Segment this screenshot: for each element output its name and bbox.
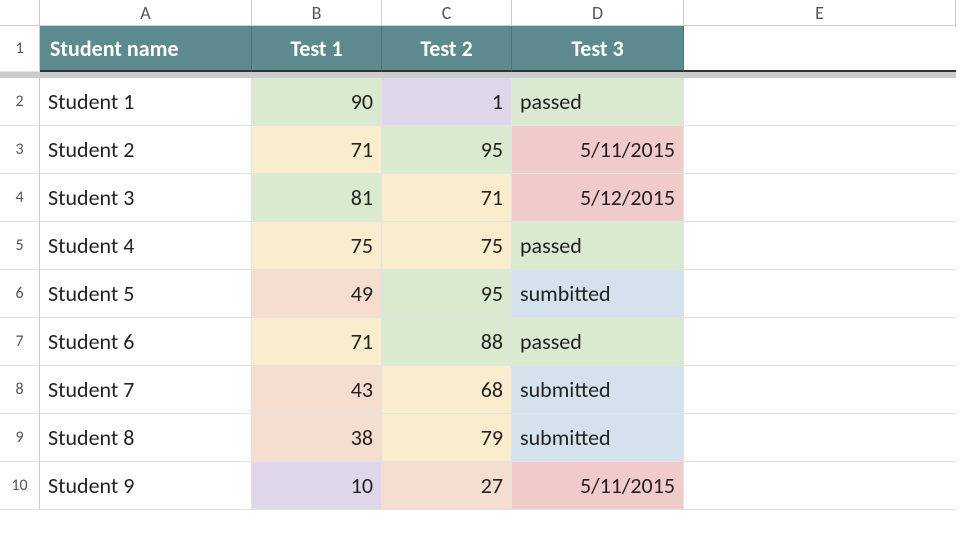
col-head-a[interactable]: A (40, 0, 252, 26)
cell-a7[interactable]: Student 6 (40, 318, 252, 366)
row-head-5[interactable]: 5 (0, 222, 40, 270)
cell-a10[interactable]: Student 9 (40, 462, 252, 510)
cell-c5[interactable]: 75 (382, 222, 512, 270)
col-head-d[interactable]: D (512, 0, 684, 26)
cell-b8[interactable]: 43 (252, 366, 382, 414)
cell-b9[interactable]: 38 (252, 414, 382, 462)
cell-d6[interactable]: sumbitted (512, 270, 684, 318)
cell-a4[interactable]: Student 3 (40, 174, 252, 222)
col-head-b[interactable]: B (252, 0, 382, 26)
cell-e3[interactable] (684, 126, 956, 174)
row-head-1[interactable]: 1 (0, 26, 40, 72)
col-head-c[interactable]: C (382, 0, 512, 26)
cell-a9[interactable]: Student 8 (40, 414, 252, 462)
cell-b5[interactable]: 75 (252, 222, 382, 270)
cell-e9[interactable] (684, 414, 956, 462)
cell-e10[interactable] (684, 462, 956, 510)
cell-d8[interactable]: submitted (512, 366, 684, 414)
cell-e1[interactable] (684, 26, 956, 72)
cell-d3[interactable]: 5/11/2015 (512, 126, 684, 174)
cell-c6[interactable]: 95 (382, 270, 512, 318)
cell-d10[interactable]: 5/11/2015 (512, 462, 684, 510)
cell-c8[interactable]: 68 (382, 366, 512, 414)
cell-e7[interactable] (684, 318, 956, 366)
cell-e5[interactable] (684, 222, 956, 270)
cell-a8[interactable]: Student 7 (40, 366, 252, 414)
cell-a6[interactable]: Student 5 (40, 270, 252, 318)
row-head-2[interactable]: 2 (0, 78, 40, 126)
row-head-4[interactable]: 4 (0, 174, 40, 222)
cell-e8[interactable] (684, 366, 956, 414)
cell-e2[interactable] (684, 78, 956, 126)
cell-b3[interactable]: 71 (252, 126, 382, 174)
col-head-e[interactable]: E (684, 0, 956, 26)
cell-d4[interactable]: 5/12/2015 (512, 174, 684, 222)
header-student-name[interactable]: Student name (40, 26, 252, 72)
row-head-7[interactable]: 7 (0, 318, 40, 366)
cell-d7[interactable]: passed (512, 318, 684, 366)
select-all-corner[interactable] (0, 0, 40, 26)
cell-b4[interactable]: 81 (252, 174, 382, 222)
header-test2[interactable]: Test 2 (382, 26, 512, 72)
cell-c4[interactable]: 71 (382, 174, 512, 222)
row-head-3[interactable]: 3 (0, 126, 40, 174)
cell-d9[interactable]: submitted (512, 414, 684, 462)
cell-a2[interactable]: Student 1 (40, 78, 252, 126)
header-test1[interactable]: Test 1 (252, 26, 382, 72)
spreadsheet[interactable]: A B C D E 1 Student name Test 1 Test 2 T… (0, 0, 962, 510)
row-head-10[interactable]: 10 (0, 462, 40, 510)
cell-b10[interactable]: 10 (252, 462, 382, 510)
cell-a3[interactable]: Student 2 (40, 126, 252, 174)
cell-c9[interactable]: 79 (382, 414, 512, 462)
cell-c7[interactable]: 88 (382, 318, 512, 366)
row-head-9[interactable]: 9 (0, 414, 40, 462)
cell-e4[interactable] (684, 174, 956, 222)
cell-a5[interactable]: Student 4 (40, 222, 252, 270)
cell-c10[interactable]: 27 (382, 462, 512, 510)
cell-b6[interactable]: 49 (252, 270, 382, 318)
cell-d2[interactable]: passed (512, 78, 684, 126)
row-head-8[interactable]: 8 (0, 366, 40, 414)
cell-c2[interactable]: 1 (382, 78, 512, 126)
cell-c3[interactable]: 95 (382, 126, 512, 174)
cell-d5[interactable]: passed (512, 222, 684, 270)
row-head-6[interactable]: 6 (0, 270, 40, 318)
header-test3[interactable]: Test 3 (512, 26, 684, 72)
cell-b2[interactable]: 90 (252, 78, 382, 126)
cell-e6[interactable] (684, 270, 956, 318)
cell-b7[interactable]: 71 (252, 318, 382, 366)
